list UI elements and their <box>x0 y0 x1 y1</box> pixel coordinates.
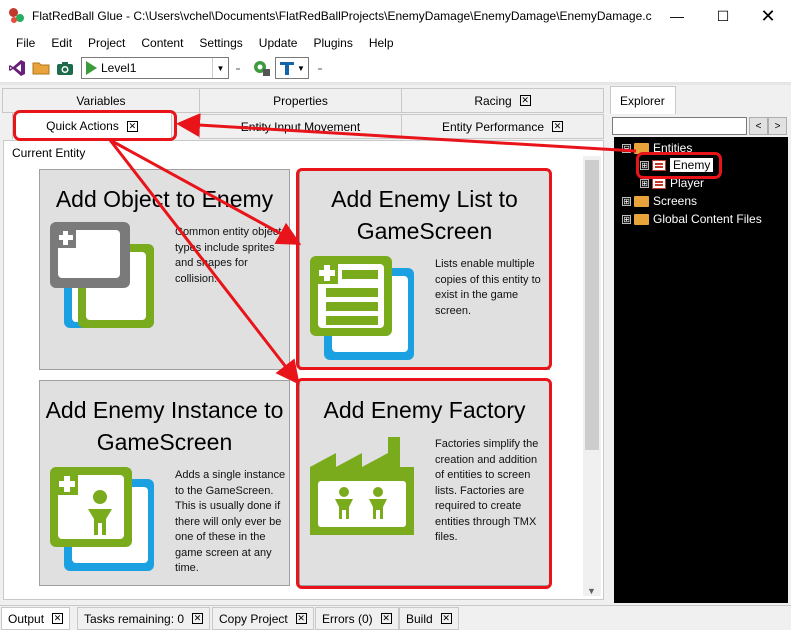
close-icon[interactable]: ✕ <box>552 121 564 132</box>
tab-output[interactable]: Output ✕ <box>1 607 71 630</box>
tab-label: Racing <box>474 93 512 108</box>
visual-studio-icon[interactable] <box>6 57 28 79</box>
menu-edit[interactable]: Edit <box>43 32 80 54</box>
menu-project[interactable]: Project <box>80 32 133 54</box>
add-object-icon <box>50 222 156 333</box>
main-scrollbar[interactable]: ▼ <box>583 156 601 596</box>
menu-settings[interactable]: Settings <box>191 32 250 54</box>
folder-icon <box>634 195 649 207</box>
close-icon[interactable]: ✕ <box>519 95 531 106</box>
tab-label: Explorer <box>620 93 665 108</box>
card-title-line1: Add Enemy Instance to <box>45 397 284 423</box>
menu-bar: File Edit Project Content Settings Updat… <box>0 32 791 54</box>
close-button[interactable]: ✕ <box>745 0 791 32</box>
close-icon[interactable]: ✕ <box>295 613 307 624</box>
tree-node-label: Global Content Files <box>653 212 762 226</box>
add-object-card[interactable]: Add Object to Enemy Common entity object… <box>39 169 290 370</box>
title-bar: FlatRedBall Glue - C:\Users\vchel\Docume… <box>0 0 791 32</box>
menu-file[interactable]: File <box>0 32 43 54</box>
card-description: Adds a single instance to the GameScreen… <box>175 469 286 574</box>
close-icon[interactable]: ✕ <box>380 613 392 624</box>
tab-entity-performance[interactable]: Entity Performance ✕ <box>401 114 604 139</box>
current-entity-label: Current Entity <box>12 146 86 160</box>
folder-icon <box>634 213 649 225</box>
close-icon[interactable]: ✕ <box>52 613 64 624</box>
card-title: Add Object to Enemy <box>55 186 274 212</box>
tab-label: Entity Input Movement <box>240 119 361 134</box>
tab-properties[interactable]: Properties <box>199 88 402 113</box>
camera-icon[interactable] <box>54 57 76 79</box>
entity-icon <box>652 177 666 189</box>
text-tool-icon[interactable]: ▼ <box>275 57 309 79</box>
folder-icon[interactable] <box>30 57 52 79</box>
toolbar-grip-icon-2[interactable]: ⁼ <box>315 60 325 77</box>
menu-content[interactable]: Content <box>133 32 191 54</box>
tab-entity-input-movement[interactable]: Entity Input Movement <box>199 114 402 139</box>
tab-tasks[interactable]: Tasks remaining: 0 ✕ <box>77 607 211 630</box>
tab-errors[interactable]: Errors (0) ✕ <box>315 607 399 630</box>
window-title: FlatRedBall Glue - C:\Users\vchel\Docume… <box>32 9 652 23</box>
tab-build[interactable]: Build ✕ <box>399 607 459 630</box>
scrollbar-thumb[interactable] <box>585 160 599 450</box>
annotation-highlight-quick-actions <box>13 110 177 141</box>
toolbar: Level1 ▼ ⁼ ▼ ⁼ <box>0 54 791 82</box>
tab-racing[interactable]: Racing ✕ <box>401 88 604 113</box>
minimize-button[interactable]: — <box>654 0 700 32</box>
tab-label: Entity Performance <box>441 119 545 134</box>
close-icon[interactable]: ✕ <box>440 613 452 624</box>
play-icon <box>86 61 97 75</box>
app-logo-icon <box>9 8 25 24</box>
screen-combo[interactable]: Level1 ▼ <box>81 57 229 79</box>
screen-combo-value: Level1 <box>101 61 137 75</box>
card-description: Common entity object types include sprit… <box>175 226 282 285</box>
menu-plugins[interactable]: Plugins <box>305 32 360 54</box>
card-title-line2: GameScreen <box>96 429 233 455</box>
tree-node-label: Screens <box>653 194 698 208</box>
annotation-highlight-list <box>296 168 552 370</box>
expand-icon[interactable]: ⊞ <box>622 214 631 224</box>
tab-label: Properties <box>273 93 328 108</box>
back-button[interactable]: < <box>749 117 768 135</box>
tab-explorer[interactable]: Explorer <box>610 86 676 114</box>
toolbar-grip-icon[interactable]: ⁼ <box>233 60 243 77</box>
menu-update[interactable]: Update <box>251 32 306 54</box>
explorer-tree: ⊟ Entities ⊞ Enemy ⊞ Player ⊞ Screens ⊞ … <box>614 137 788 603</box>
chevron-down-icon[interactable]: ▼ <box>212 58 228 78</box>
gear-icon[interactable] <box>251 57 273 79</box>
tree-node-global-content[interactable]: ⊞ Global Content Files <box>622 212 762 226</box>
tab-label: Copy Project <box>219 611 288 626</box>
maximize-button[interactable]: ☐ <box>700 0 746 32</box>
add-instance-card[interactable]: Add Enemy Instance to GameScreen Adds a … <box>39 380 290 586</box>
tree-node-screens[interactable]: ⊞ Screens <box>622 194 697 208</box>
menu-help[interactable]: Help <box>361 32 402 54</box>
tab-label: Build <box>406 611 433 626</box>
tab-label: Tasks remaining: 0 <box>84 611 185 626</box>
collapse-icon[interactable]: ⊟ <box>622 143 631 153</box>
close-icon[interactable]: ✕ <box>192 613 204 624</box>
tab-label: Output <box>8 611 45 626</box>
scroll-down-icon[interactable]: ▼ <box>587 586 596 596</box>
expand-icon[interactable]: ⊞ <box>622 196 631 206</box>
expand-icon[interactable]: ⊞ <box>640 178 649 188</box>
tab-copy-project[interactable]: Copy Project ✕ <box>212 607 314 630</box>
annotation-highlight-factory <box>296 378 552 589</box>
tab-label: Errors (0) <box>322 611 373 626</box>
tab-label: Variables <box>76 93 126 108</box>
add-instance-icon <box>50 467 156 576</box>
forward-button[interactable]: > <box>768 117 787 135</box>
explorer-search-input[interactable] <box>612 117 747 135</box>
annotation-highlight-enemy <box>636 152 722 179</box>
